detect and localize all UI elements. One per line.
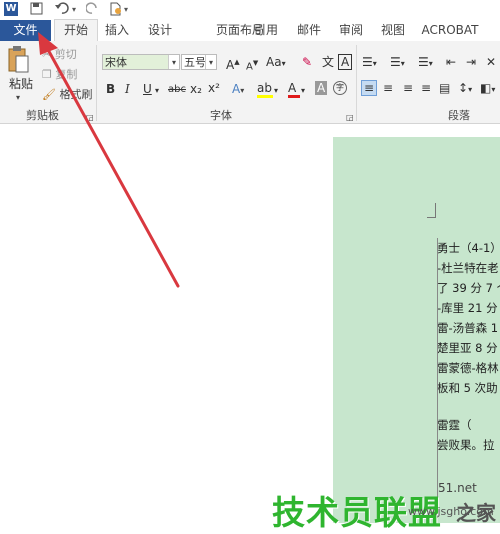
grow-font-button[interactable]: A▲ bbox=[226, 55, 240, 72]
bullets-button[interactable]: ☰▾ bbox=[362, 55, 377, 71]
cut-label: 剪切 bbox=[54, 48, 77, 61]
align-left-button[interactable]: ≡ bbox=[361, 80, 378, 96]
italic-button[interactable]: I bbox=[125, 82, 130, 96]
paste-icon bbox=[8, 46, 29, 73]
highlight-button[interactable]: ab bbox=[257, 81, 273, 98]
underline-dropdown-icon[interactable]: ▾ bbox=[155, 84, 159, 98]
align-center-button[interactable]: ≡ bbox=[383, 81, 393, 95]
tab-references[interactable]: 引用 bbox=[249, 20, 283, 41]
document-line: 勇士（4-1） bbox=[437, 241, 500, 255]
document-line: 尝败果。拉 bbox=[437, 438, 495, 452]
distributed-button[interactable]: ▤ bbox=[439, 81, 450, 95]
clipboard-group-label: 剪贴板 bbox=[26, 109, 59, 122]
paste-button[interactable]: 粘贴 ▾ bbox=[6, 45, 36, 102]
new-document-icon[interactable] bbox=[109, 2, 122, 17]
text-effects-button[interactable]: A▾ bbox=[232, 82, 244, 98]
scissors-icon: ✂ bbox=[42, 48, 52, 61]
font-size-value: 五号 bbox=[184, 56, 206, 69]
copy-icon: ❐ bbox=[42, 68, 52, 81]
underline-button[interactable]: U bbox=[143, 82, 152, 96]
document-line: 雷-汤普森 1 bbox=[437, 321, 499, 335]
ribbon-home: 粘贴 ▾ ✂ 剪切 ❐ 复制 🖌 格式刷 剪贴板 ◲ 宋体 ▾ 五号 ▾ A▲ … bbox=[0, 41, 500, 124]
phonetic-guide-icon[interactable]: 文 bbox=[322, 55, 334, 69]
font-size-combo[interactable]: 五号 ▾ bbox=[181, 54, 217, 70]
font-color-button[interactable]: A bbox=[288, 81, 300, 98]
align-right-button[interactable]: ≡ bbox=[403, 81, 413, 95]
shrink-font-button[interactable]: A▼ bbox=[246, 56, 258, 74]
group-separator bbox=[96, 45, 97, 121]
font-group-label: 字体 bbox=[210, 109, 232, 122]
paragraph-group-label: 段落 bbox=[448, 109, 470, 122]
copy-label: 复制 bbox=[55, 68, 78, 81]
tab-insert[interactable]: 插入 bbox=[100, 20, 134, 41]
tab-view[interactable]: 视图 bbox=[376, 20, 410, 41]
enclose-characters-icon[interactable]: 字 bbox=[333, 81, 347, 95]
undo-icon[interactable] bbox=[54, 2, 70, 17]
paste-dropdown-icon[interactable]: ▾ bbox=[16, 91, 20, 105]
document-line: -杜兰特在老 bbox=[437, 261, 499, 275]
character-border-button[interactable]: A bbox=[338, 54, 353, 70]
cut-button[interactable]: ✂ 剪切 bbox=[42, 48, 77, 62]
font-name-value: 宋体 bbox=[105, 56, 127, 69]
document-line: 了 39 分 7 个 bbox=[437, 281, 500, 295]
font-color-dropdown-icon[interactable]: ▾ bbox=[301, 84, 305, 98]
shading-button[interactable]: ◧▾ bbox=[480, 81, 495, 97]
clear-formatting-icon[interactable]: ✎ bbox=[302, 55, 312, 69]
tab-acrobat[interactable]: ACROBAT bbox=[419, 20, 481, 41]
subscript-button[interactable]: x₂ bbox=[190, 82, 202, 96]
highlighter-icon: ab bbox=[257, 81, 272, 95]
quick-access-toolbar: W ▾ ▾ bbox=[0, 0, 500, 20]
justify-button[interactable]: ≡ bbox=[421, 81, 431, 95]
ribbon-tabs: 文件 开始 插入 设计 页面布局 引用 邮件 审阅 视图 ACROBAT bbox=[0, 19, 500, 42]
redo-icon[interactable] bbox=[85, 2, 100, 17]
watermark-domain: 51.net bbox=[438, 481, 477, 495]
tab-design[interactable]: 设计 bbox=[143, 20, 177, 41]
document-line: 楚里亚 8 分 bbox=[437, 341, 498, 355]
tab-review[interactable]: 审阅 bbox=[334, 20, 368, 41]
chinese-layout-icon[interactable]: ✕ bbox=[486, 55, 496, 69]
brush-icon: 🖌 bbox=[42, 88, 56, 101]
font-size-dropdown-icon[interactable]: ▾ bbox=[205, 55, 216, 69]
change-case-button[interactable]: Aa▾ bbox=[266, 55, 286, 71]
customize-qat-icon[interactable]: ▾ bbox=[124, 2, 128, 17]
copy-button[interactable]: ❐ 复制 bbox=[42, 68, 77, 82]
page-corner-mark bbox=[427, 203, 436, 218]
clipboard-launcher-icon[interactable]: ◲ bbox=[86, 111, 94, 125]
paste-label: 粘贴 bbox=[9, 77, 34, 91]
document-line: 板和 5 次助 bbox=[437, 381, 498, 395]
line-spacing-button[interactable]: ↕▾ bbox=[458, 81, 472, 97]
tab-mailings[interactable]: 邮件 bbox=[292, 20, 326, 41]
character-shading-button[interactable]: A bbox=[315, 81, 328, 95]
numbering-button[interactable]: ☰▾ bbox=[390, 55, 405, 71]
decrease-indent-icon[interactable]: ⇤ bbox=[446, 55, 456, 69]
font-name-combo[interactable]: 宋体 ▾ bbox=[102, 54, 180, 70]
save-icon[interactable] bbox=[30, 2, 43, 17]
bold-button[interactable]: B bbox=[106, 82, 115, 96]
multilevel-list-button[interactable]: ☰▾ bbox=[418, 55, 433, 71]
word-logo-icon: W bbox=[4, 2, 18, 16]
tab-file[interactable]: 文件 bbox=[0, 20, 51, 41]
tab-home[interactable]: 开始 bbox=[54, 19, 98, 42]
highlight-dropdown-icon[interactable]: ▾ bbox=[274, 84, 278, 98]
document-line: -库里 21 分 bbox=[437, 301, 498, 315]
superscript-button[interactable]: x² bbox=[208, 81, 220, 95]
watermark-home: 之家 bbox=[456, 501, 496, 525]
font-launcher-icon[interactable]: ◲ bbox=[346, 111, 354, 125]
document-page[interactable]: 勇士（4-1） -杜兰特在老 了 39 分 7 个 -库里 21 分 雷-汤普森… bbox=[333, 137, 500, 523]
format-painter-label: 格式刷 bbox=[59, 88, 93, 101]
text-margin-guide bbox=[437, 238, 438, 518]
document-line: 雷蒙德-格林 bbox=[437, 361, 499, 375]
undo-dropdown-icon[interactable]: ▾ bbox=[72, 2, 76, 17]
strikethrough-button[interactable]: abc bbox=[168, 83, 186, 97]
document-line: 雷霆（ bbox=[437, 418, 472, 432]
format-painter-button[interactable]: 🖌 格式刷 bbox=[42, 88, 92, 102]
font-name-dropdown-icon[interactable]: ▾ bbox=[168, 55, 179, 69]
group-separator bbox=[356, 45, 357, 121]
increase-indent-icon[interactable]: ⇥ bbox=[466, 55, 476, 69]
